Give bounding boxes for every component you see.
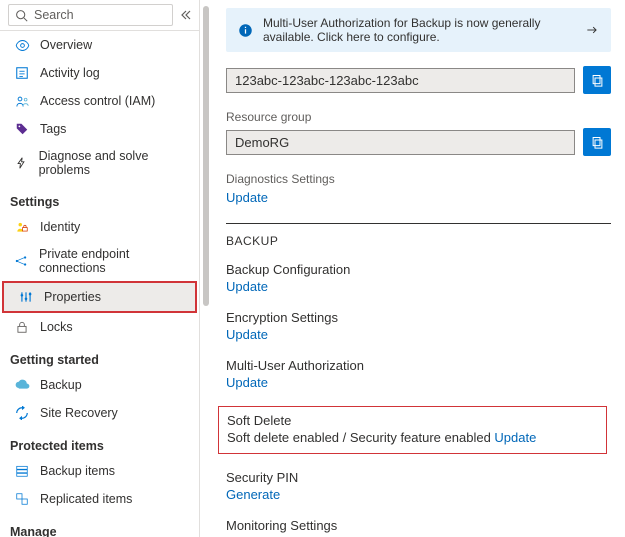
nav-label: Access control (IAM) [40,94,155,108]
access-control-icon [14,93,30,109]
mua-block: Multi-User Authorization Update [226,358,611,390]
info-banner[interactable]: Multi-User Authorization for Backup is n… [226,8,611,52]
encryption-settings-update-link[interactable]: Update [226,327,268,342]
nav-label: Locks [40,320,73,334]
monitoring-settings-label: Monitoring Settings [226,518,611,533]
tags-icon [14,121,30,137]
nav-backup-items[interactable]: Backup items [0,457,199,485]
banner-text: Multi-User Authorization for Backup is n… [263,16,575,44]
nav-backup[interactable]: Backup [0,371,199,399]
soft-delete-block: Soft Delete Soft delete enabled / Securi… [218,406,607,454]
nav-label: Site Recovery [40,406,118,420]
nav-activity-log[interactable]: Activity log [0,59,199,87]
locks-icon [14,319,30,335]
nav-properties[interactable]: Properties [2,281,197,313]
endpoint-icon [14,253,29,269]
replicated-icon [14,491,30,507]
backup-icon [14,377,30,393]
backup-configuration-label: Backup Configuration [226,262,611,277]
resource-group-label: Resource group [226,110,611,124]
nav-diagnose[interactable]: Diagnose and solve problems [0,143,199,183]
mua-update-link[interactable]: Update [226,375,268,390]
activity-log-icon [14,65,30,81]
group-settings: Settings [0,183,199,213]
scrollbar[interactable] [200,0,212,537]
resource-id-field[interactable]: 123abc-123abc-123abc-123abc [226,68,575,93]
nav-label: Diagnose and solve problems [39,149,189,177]
nav-label: Overview [40,38,92,52]
encryption-settings-block: Encryption Settings Update [226,310,611,342]
sidebar: Overview Activity log Access control (IA… [0,0,200,537]
security-pin-block: Security PIN Generate [226,470,611,502]
diagnostics-label: Diagnostics Settings [226,172,611,186]
nav-label: Backup [40,378,82,392]
soft-delete-status: Soft delete enabled / Security feature e… [227,430,494,445]
nav-locks[interactable]: Locks [0,313,199,341]
site-recovery-icon [14,405,30,421]
nav-tags[interactable]: Tags [0,115,199,143]
nav-label: Backup items [40,464,115,478]
group-manage: Manage [0,513,199,537]
security-pin-generate-link[interactable]: Generate [226,487,280,502]
identity-icon [14,219,30,235]
arrow-right-icon [585,23,599,37]
section-divider [226,223,611,224]
collapse-sidebar-icon[interactable] [179,9,191,21]
main-content: Multi-User Authorization for Backup is n… [212,0,625,537]
diagnose-icon [14,155,29,171]
nav-access-control[interactable]: Access control (IAM) [0,87,199,115]
encryption-settings-label: Encryption Settings [226,310,611,325]
copy-rg-button[interactable] [583,128,611,156]
nav-label: Activity log [40,66,100,80]
nav-label: Tags [40,122,66,136]
search-icon [15,9,28,22]
resource-group-field[interactable]: DemoRG [226,130,575,155]
backup-section-heading: BACKUP [226,234,611,248]
nav-private-endpoint[interactable]: Private endpoint connections [0,241,199,281]
backup-configuration-update-link[interactable]: Update [226,279,268,294]
nav-site-recovery[interactable]: Site Recovery [0,399,199,427]
search-input[interactable] [34,8,166,22]
nav-label: Replicated items [40,492,132,506]
overview-icon [14,37,30,53]
id-row: 123abc-123abc-123abc-123abc [226,66,611,94]
group-getting-started: Getting started [0,341,199,371]
nav-overview[interactable]: Overview [0,31,199,59]
rg-row: DemoRG [226,128,611,156]
security-pin-label: Security PIN [226,470,611,485]
nav-replicated-items[interactable]: Replicated items [0,485,199,513]
search-box[interactable] [8,4,173,26]
info-icon [238,23,253,38]
soft-delete-label: Soft Delete [227,413,598,428]
diagnostics-update-link[interactable]: Update [226,190,611,205]
nav-label: Private endpoint connections [39,247,189,275]
soft-delete-update-link[interactable]: Update [494,430,536,445]
sidebar-nav: Overview Activity log Access control (IA… [0,31,199,537]
nav-identity[interactable]: Identity [0,213,199,241]
backup-items-icon [14,463,30,479]
properties-icon [18,289,34,305]
nav-label: Identity [40,220,80,234]
backup-configuration-block: Backup Configuration Update [226,262,611,294]
copy-id-button[interactable] [583,66,611,94]
monitoring-settings-block: Monitoring Settings Update [226,518,611,537]
nav-label: Properties [44,290,101,304]
mua-label: Multi-User Authorization [226,358,611,373]
group-protected-items: Protected items [0,427,199,457]
search-row [0,0,199,31]
